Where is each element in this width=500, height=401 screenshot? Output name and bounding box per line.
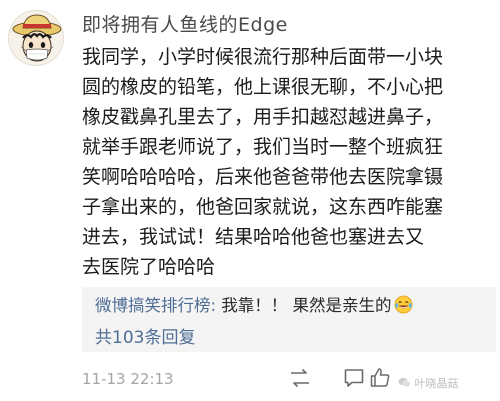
comment-line: 就举手跟老师说了，我们当时一整个班疯狂 — [82, 136, 444, 158]
comment-line: 进去，我试试！结果哈哈他爸也塞进去又 — [82, 226, 425, 248]
laughing-tears-icon — [394, 295, 412, 314]
username[interactable]: 即将拥有人鱼线的Edge — [82, 10, 288, 37]
top-reply: 微博搞笑排行榜: 我靠！！ 果然是亲生的 — [95, 294, 413, 318]
reply-preview[interactable]: 微博搞笑排行榜: 我靠！！ 果然是亲生的 共103条回复 — [82, 287, 496, 352]
comment-icon[interactable] — [342, 366, 366, 390]
comment-text: 我同学，小学时候很流行那种后面带一小块 圆的橡皮的铅笔，他上课很无聊，不小心把 … — [82, 42, 492, 282]
reply-author[interactable]: 微博搞笑排行榜: — [95, 296, 216, 315]
comment-line: 我同学，小学时候很流行那种后面带一小块 — [82, 46, 444, 68]
comment-line: 橡皮戳鼻孔里去了，用手扣越怼越进鼻子， — [82, 106, 444, 128]
watermark-text: 叶晓晶菇 — [414, 377, 459, 390]
comment-line: 去医院了哈哈哈 — [82, 256, 216, 278]
comment-timestamp: 11-13 22:13 — [82, 370, 174, 388]
avatar[interactable] — [8, 10, 64, 66]
like-icon[interactable] — [368, 366, 392, 390]
avatar-image — [9, 11, 63, 65]
wechat-icon — [398, 377, 411, 388]
reply-count-link[interactable]: 共103条回复 — [95, 323, 195, 348]
comment-line: 圆的橡皮的铅笔，他上课很无聊，不小心把 — [82, 76, 444, 98]
comment-line: 笑啊哈哈哈哈，后来他爸爸带他去医院拿镊 — [82, 166, 444, 188]
watermark: 叶晓晶菇 — [398, 375, 459, 391]
repost-icon[interactable] — [288, 366, 312, 390]
reply-text: 我靠！！ 果然是亲生的 — [216, 296, 392, 315]
comment-line: 子拿出来的，他爸回家就说，这东西咋能塞 — [82, 196, 444, 218]
